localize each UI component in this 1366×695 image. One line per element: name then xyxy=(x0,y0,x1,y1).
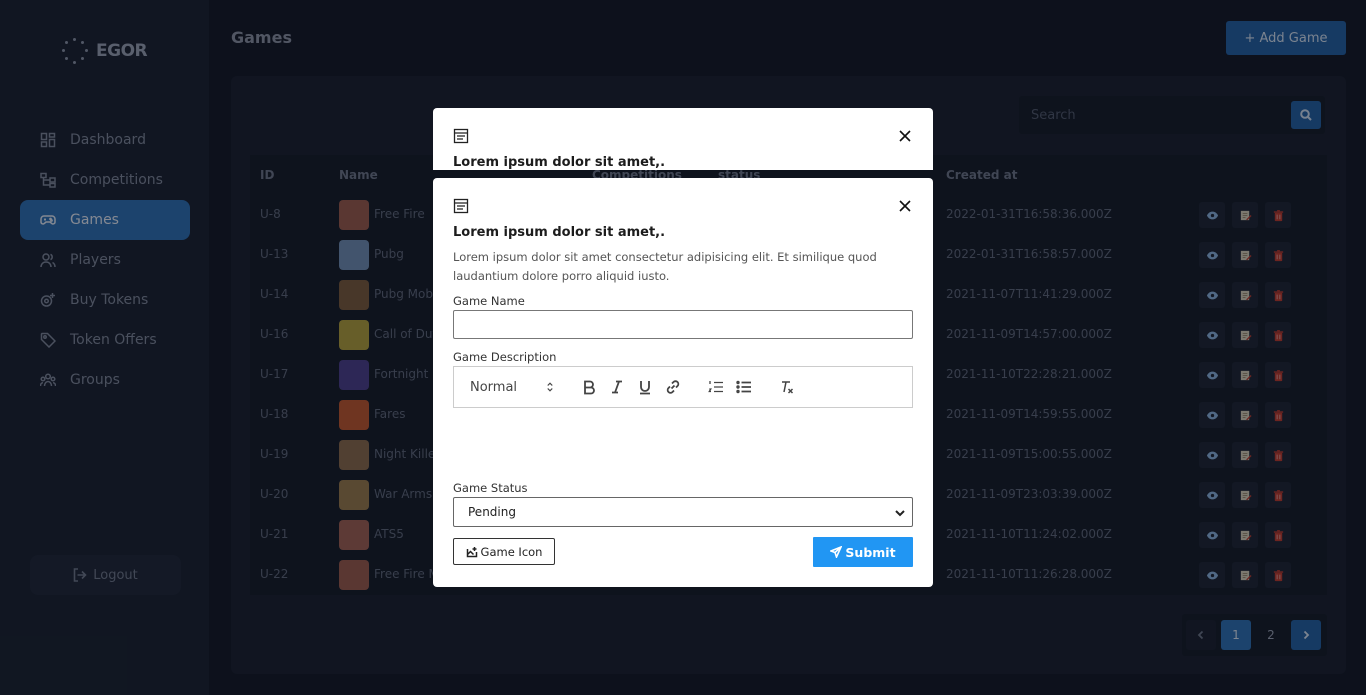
chevron-down-icon xyxy=(895,510,905,517)
description-editor-area[interactable] xyxy=(453,408,913,478)
italic-icon xyxy=(612,380,622,394)
game-name-input[interactable] xyxy=(453,310,913,339)
send-icon xyxy=(830,546,843,558)
bold-button[interactable] xyxy=(580,377,598,397)
form-icon xyxy=(453,198,469,214)
game-description-label: Game Description xyxy=(453,350,557,364)
bullet-list-button[interactable] xyxy=(735,377,753,397)
underline-icon xyxy=(640,381,650,395)
underline-button[interactable] xyxy=(636,377,654,397)
ordered-list-button[interactable] xyxy=(707,377,725,397)
add-game-modal: Lorem ipsum dolor sit amet,. Lorem ipsum… xyxy=(433,178,933,587)
link-button[interactable] xyxy=(664,377,682,397)
image-upload-icon xyxy=(466,546,477,557)
format-select[interactable]: Normal xyxy=(470,377,556,397)
game-icon-label: Game Icon xyxy=(480,544,543,559)
bullet-list-icon xyxy=(736,380,751,394)
updown-icon xyxy=(547,382,553,392)
game-status-select[interactable]: Pending xyxy=(453,497,913,527)
editor-toolbar: Normal xyxy=(453,366,913,408)
form-icon xyxy=(453,128,469,144)
game-icon-button[interactable]: Game Icon xyxy=(453,538,555,565)
close-icon[interactable] xyxy=(897,128,913,144)
modal-title: Lorem ipsum dolor sit amet,. xyxy=(453,225,666,240)
italic-button[interactable] xyxy=(608,377,626,397)
bold-icon xyxy=(584,380,595,395)
link-icon xyxy=(666,380,680,394)
submit-label: Submit xyxy=(845,544,896,560)
game-status-label: Game Status xyxy=(453,481,528,495)
format-select-value: Normal xyxy=(470,379,518,395)
submit-button[interactable]: Submit xyxy=(813,537,913,567)
clear-format-button[interactable] xyxy=(778,377,796,397)
background-modal: Lorem ipsum dolor sit amet,. xyxy=(433,108,933,170)
close-icon[interactable] xyxy=(897,198,913,214)
game-status-value: Pending xyxy=(468,505,516,519)
ordered-list-icon xyxy=(708,381,723,393)
modal-description: Lorem ipsum dolor sit amet consectetur a… xyxy=(453,250,877,283)
background-modal-title: Lorem ipsum dolor sit amet,. xyxy=(453,155,666,170)
clear-format-icon xyxy=(782,381,794,394)
game-name-label: Game Name xyxy=(453,294,525,308)
